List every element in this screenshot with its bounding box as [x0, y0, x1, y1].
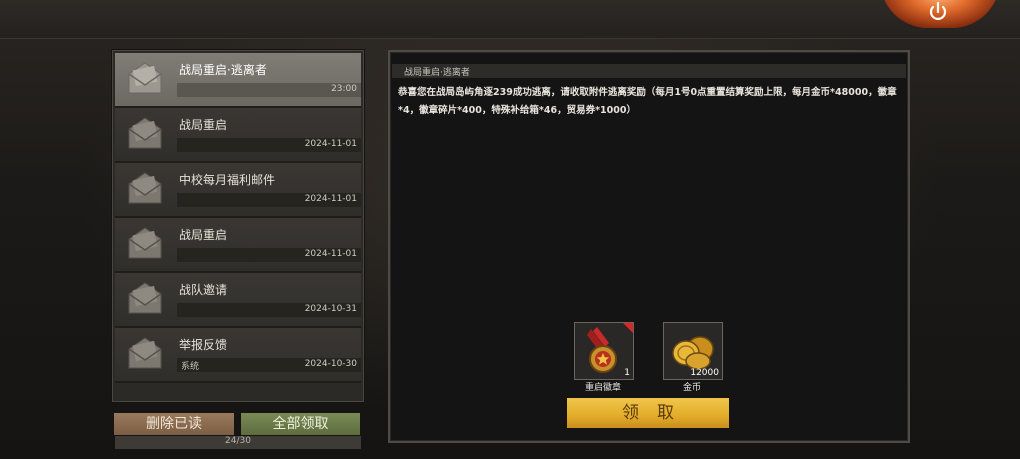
power-icon[interactable]	[926, 0, 950, 24]
delete-read-button[interactable]: 删除已读	[114, 413, 234, 435]
mail-date: 2024-11-01	[304, 139, 357, 149]
claim-button[interactable]: 领取	[567, 398, 729, 428]
mail-date: 2024-11-01	[304, 249, 357, 259]
mail-meta-bar: 2024-11-01	[177, 138, 361, 152]
top-bar	[0, 0, 1020, 39]
mail-detail-title: 战局重启·逃离者	[404, 68, 470, 78]
mail-title: 战队邀请	[179, 283, 228, 297]
envelope-icon	[128, 337, 162, 369]
mail-title: 举报反馈	[179, 338, 228, 352]
new-badge	[623, 323, 633, 333]
mail-title: 中校每月福利邮件	[179, 173, 276, 187]
mail-item[interactable]: 举报反馈 系统 2024-10-30	[115, 328, 361, 383]
mail-date: 2024-10-31	[304, 304, 357, 314]
claim-all-button[interactable]: 全部领取	[241, 413, 360, 435]
envelope-icon	[128, 62, 162, 94]
mail-title: 战局重启	[179, 228, 228, 242]
mail-meta-bar: 系统 2024-10-30	[177, 358, 361, 372]
mail-title: 战局重启·逃离者	[179, 63, 267, 77]
envelope-icon	[128, 117, 162, 149]
mail-date: 2024-11-01	[304, 194, 357, 204]
mail-meta-bar: 2024-11-01	[177, 193, 361, 207]
envelope-icon	[128, 282, 162, 314]
mail-meta-bar: 2024-10-31	[177, 303, 361, 317]
mail-meta-bar: 23:00	[177, 83, 361, 97]
reward-name: 金币	[682, 383, 701, 393]
reward-item[interactable]: 1	[574, 322, 634, 380]
reward-name: 重启徽章	[584, 383, 621, 393]
reward-quantity: 1	[624, 368, 630, 378]
envelope-icon	[128, 172, 162, 204]
mail-title: 战局重启	[179, 118, 228, 132]
mail-date: 23:00	[331, 84, 357, 94]
mail-item[interactable]: 战局重启·逃离者 23:00	[115, 53, 361, 108]
reward-quantity: 12000	[690, 368, 719, 378]
mail-item[interactable]: 中校每月福利邮件 2024-11-01	[115, 163, 361, 218]
mail-count: 24/30	[225, 436, 251, 446]
mail-sender: 系统	[181, 362, 200, 372]
mail-item[interactable]: 战局重启 2024-11-01	[115, 218, 361, 273]
mail-meta-bar: 2024-11-01	[177, 248, 361, 262]
mail-detail-header: 战局重启·逃离者	[392, 64, 906, 78]
mail-list: 战局重启·逃离者 23:00 战局重启 2024-11-01 中校每月福利邮件 …	[112, 50, 364, 449]
reward-item[interactable]: 12000	[663, 322, 723, 380]
mail-detail-panel: 战局重启·逃离者 恭喜您在战局岛屿角逐239成功逃离，请收取附件逃离奖励（每月1…	[388, 50, 910, 443]
mail-date: 2024-10-30	[304, 359, 357, 369]
envelope-icon	[128, 227, 162, 259]
mail-item[interactable]: 战队邀请 2024-10-31	[115, 273, 361, 328]
mail-item[interactable]: 战局重启 2024-11-01	[115, 108, 361, 163]
mail-count-bar: 24/30	[115, 436, 361, 449]
mail-detail-body: 恭喜您在战局岛屿角逐239成功逃离，请收取附件逃离奖励（每月1号0点重置结算奖励…	[398, 87, 897, 116]
